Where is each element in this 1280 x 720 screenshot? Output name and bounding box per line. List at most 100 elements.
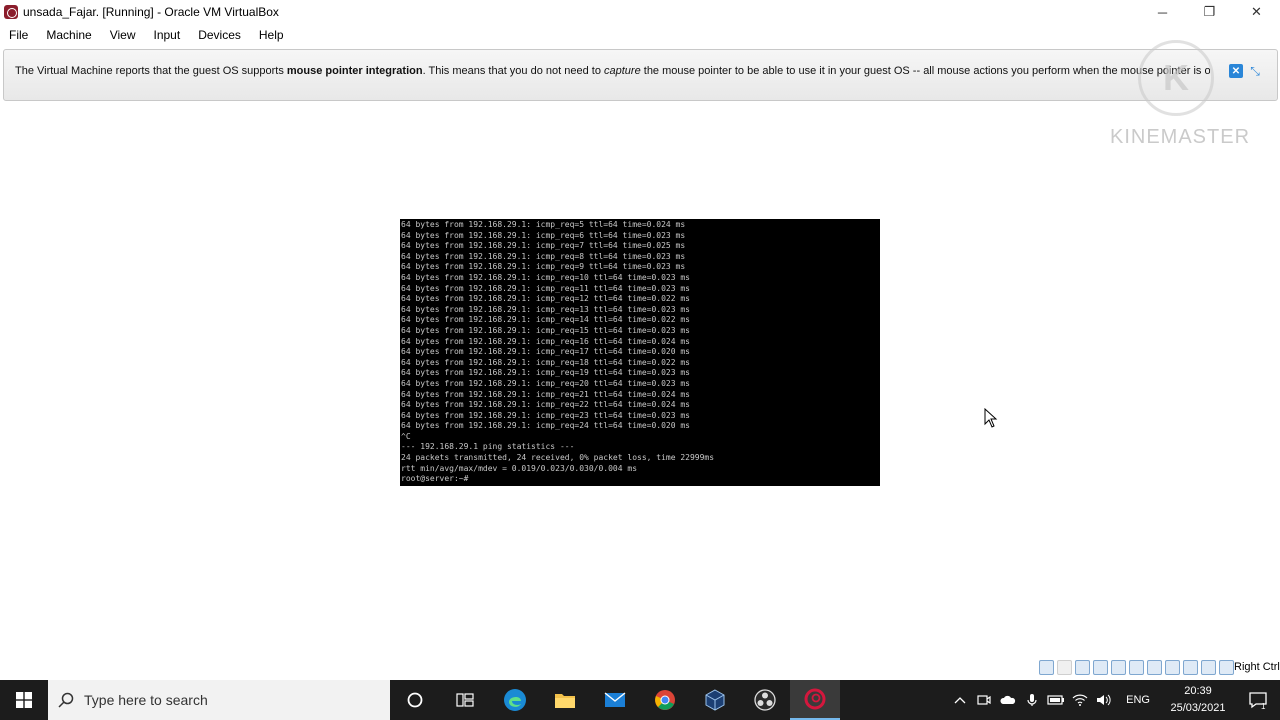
console-line: 64 bytes from 192.168.29.1: icmp_req=16 … <box>401 336 690 346</box>
menu-bar: File Machine View Input Devices Help <box>0 24 1280 46</box>
wifi-icon[interactable] <box>1068 680 1092 720</box>
console-line: 64 bytes from 192.168.29.1: icmp_req=13 … <box>401 304 690 314</box>
notification-count: 1 <box>1261 702 1266 710</box>
menu-view[interactable]: View <box>101 28 145 42</box>
virtualization-icon[interactable] <box>1183 660 1198 675</box>
restore-button[interactable]: ❐ <box>1186 0 1233 24</box>
battery-icon[interactable] <box>1044 680 1068 720</box>
taskbar-clock[interactable]: 20:39 25/03/2021 <box>1160 683 1236 717</box>
title-bar: unsada_Fajar. [Running] - Oracle VM Virt… <box>0 0 1280 24</box>
menu-machine[interactable]: Machine <box>37 28 100 42</box>
mail-taskbar-button[interactable] <box>590 680 640 720</box>
mouse-integration-icon[interactable] <box>1201 660 1216 675</box>
task-view-button[interactable] <box>440 680 490 720</box>
virtualbox-taskbar-button[interactable] <box>690 680 740 720</box>
console-line: 64 bytes from 192.168.29.1: icmp_req=9 t… <box>401 262 686 272</box>
console-line: root@server:~# <box>401 474 469 484</box>
clock-date: 25/03/2021 <box>1170 702 1226 714</box>
kinemaster-text: KINEMASTER <box>1110 126 1251 148</box>
console-line: rtt min/avg/max/mdev = 0.019/0.023/0.030… <box>401 463 638 473</box>
obs-icon <box>754 689 776 711</box>
console-line: 64 bytes from 192.168.29.1: icmp_req=24 … <box>401 421 690 431</box>
clock-time: 20:39 <box>1184 685 1212 697</box>
network-icon[interactable] <box>1093 660 1108 675</box>
window-controls: ─ ❐ ✕ <box>1139 0 1280 24</box>
taskbar-search-box[interactable]: Type here to search <box>48 680 390 720</box>
file-explorer-taskbar-button[interactable] <box>540 680 590 720</box>
host-key-label: Right Ctrl <box>1234 661 1280 673</box>
close-button[interactable]: ✕ <box>1233 0 1280 24</box>
console-line: 64 bytes from 192.168.29.1: icmp_req=14 … <box>401 315 690 325</box>
video-capture-icon[interactable] <box>1165 660 1180 675</box>
edge-taskbar-button[interactable] <box>490 680 540 720</box>
console-line: 64 bytes from 192.168.29.1: icmp_req=20 … <box>401 378 690 388</box>
do-not-show-again-icon[interactable]: ⤡ <box>1247 64 1263 78</box>
console-line: ^C <box>401 431 411 441</box>
obs-taskbar-button[interactable] <box>740 680 790 720</box>
console-line: 24 packets transmitted, 24 received, 0% … <box>401 453 715 463</box>
console-line: 64 bytes from 192.168.29.1: icmp_req=5 t… <box>401 220 686 229</box>
console-line: 64 bytes from 192.168.29.1: icmp_req=23 … <box>401 410 690 420</box>
console-line: 64 bytes from 192.168.29.1: icmp_req=15 … <box>401 325 690 335</box>
display-icon[interactable] <box>1147 660 1162 675</box>
cortana-button[interactable] <box>390 680 440 720</box>
audio-icon[interactable] <box>1075 660 1090 675</box>
microphone-icon[interactable] <box>1020 680 1044 720</box>
console-line: 64 bytes from 192.168.29.1: icmp_req=10 … <box>401 272 690 282</box>
console-line: 64 bytes from 192.168.29.1: icmp_req=21 … <box>401 389 690 399</box>
virtualbox-app-icon <box>4 5 18 19</box>
language-indicator[interactable]: ENG <box>1116 694 1160 706</box>
volume-icon[interactable] <box>1092 680 1116 720</box>
menu-input[interactable]: Input <box>145 28 190 42</box>
chrome-taskbar-button[interactable] <box>640 680 690 720</box>
folder-icon <box>555 694 575 708</box>
optical-drive-icon[interactable] <box>1057 660 1072 675</box>
mouse-integration-notice: The Virtual Machine reports that the gue… <box>3 49 1278 101</box>
vm-window-taskbar-button[interactable] <box>790 680 840 720</box>
search-placeholder: Type here to search <box>84 692 208 708</box>
minimize-button[interactable]: ─ <box>1139 0 1186 24</box>
keyboard-icon[interactable] <box>1219 660 1234 675</box>
edge-icon <box>504 689 526 711</box>
notice-text-part1: The Virtual Machine reports that the gue… <box>15 65 287 77</box>
console-line: 64 bytes from 192.168.29.1: icmp_req=22 … <box>401 400 690 410</box>
console-line: --- 192.168.29.1 ping statistics --- <box>401 442 575 452</box>
windows-logo-icon <box>16 692 32 708</box>
console-line: 64 bytes from 192.168.29.1: icmp_req=8 t… <box>401 251 686 261</box>
console-line: 64 bytes from 192.168.29.1: icmp_req=19 … <box>401 368 690 378</box>
console-line: 64 bytes from 192.168.29.1: icmp_req=18 … <box>401 357 690 367</box>
meet-now-icon[interactable] <box>972 680 996 720</box>
action-center-button[interactable]: 1 <box>1236 680 1280 720</box>
notice-text-bold: mouse pointer integration <box>286 65 423 77</box>
notice-text-italic: capture <box>604 65 641 77</box>
notification-icon: 1 <box>1249 692 1267 710</box>
usb-icon[interactable] <box>1111 660 1126 675</box>
notice-text-part3: the mouse pointer to be able to use it i… <box>640 65 1210 77</box>
search-icon <box>48 692 84 708</box>
chrome-icon <box>655 690 675 710</box>
virtualbox-cube-icon <box>705 689 725 711</box>
start-button[interactable] <box>0 680 48 720</box>
notice-text: The Virtual Machine reports that the gue… <box>15 65 1210 77</box>
notice-text-part2: . This means that you do not need to <box>422 65 604 77</box>
vm-console-screen[interactable]: 64 bytes from 192.168.29.1: icmp_req=5 t… <box>400 219 880 486</box>
vm-status-icons <box>1039 660 1234 675</box>
hard-disk-icon[interactable] <box>1039 660 1054 675</box>
console-line: 64 bytes from 192.168.29.1: icmp_req=12 … <box>401 294 690 304</box>
mouse-cursor-icon <box>984 408 998 428</box>
console-line: 64 bytes from 192.168.29.1: icmp_req=11 … <box>401 283 690 293</box>
menu-help[interactable]: Help <box>250 28 293 42</box>
onedrive-cloud-icon[interactable] <box>996 680 1020 720</box>
system-tray: ENG 20:39 25/03/2021 1 <box>948 680 1280 720</box>
close-notice-icon[interactable]: ✕ <box>1229 64 1243 78</box>
console-line: 64 bytes from 192.168.29.1: icmp_req=6 t… <box>401 230 686 240</box>
shared-folders-icon[interactable] <box>1129 660 1144 675</box>
task-view-icon <box>456 693 474 707</box>
cortana-circle-icon <box>407 692 423 708</box>
menu-devices[interactable]: Devices <box>189 28 250 42</box>
console-line: 64 bytes from 192.168.29.1: icmp_req=17 … <box>401 347 690 357</box>
menu-file[interactable]: File <box>0 28 37 42</box>
show-hidden-icons-icon[interactable] <box>948 680 972 720</box>
console-line: 64 bytes from 192.168.29.1: icmp_req=7 t… <box>401 241 686 251</box>
window-title: unsada_Fajar. [Running] - Oracle VM Virt… <box>23 5 279 19</box>
